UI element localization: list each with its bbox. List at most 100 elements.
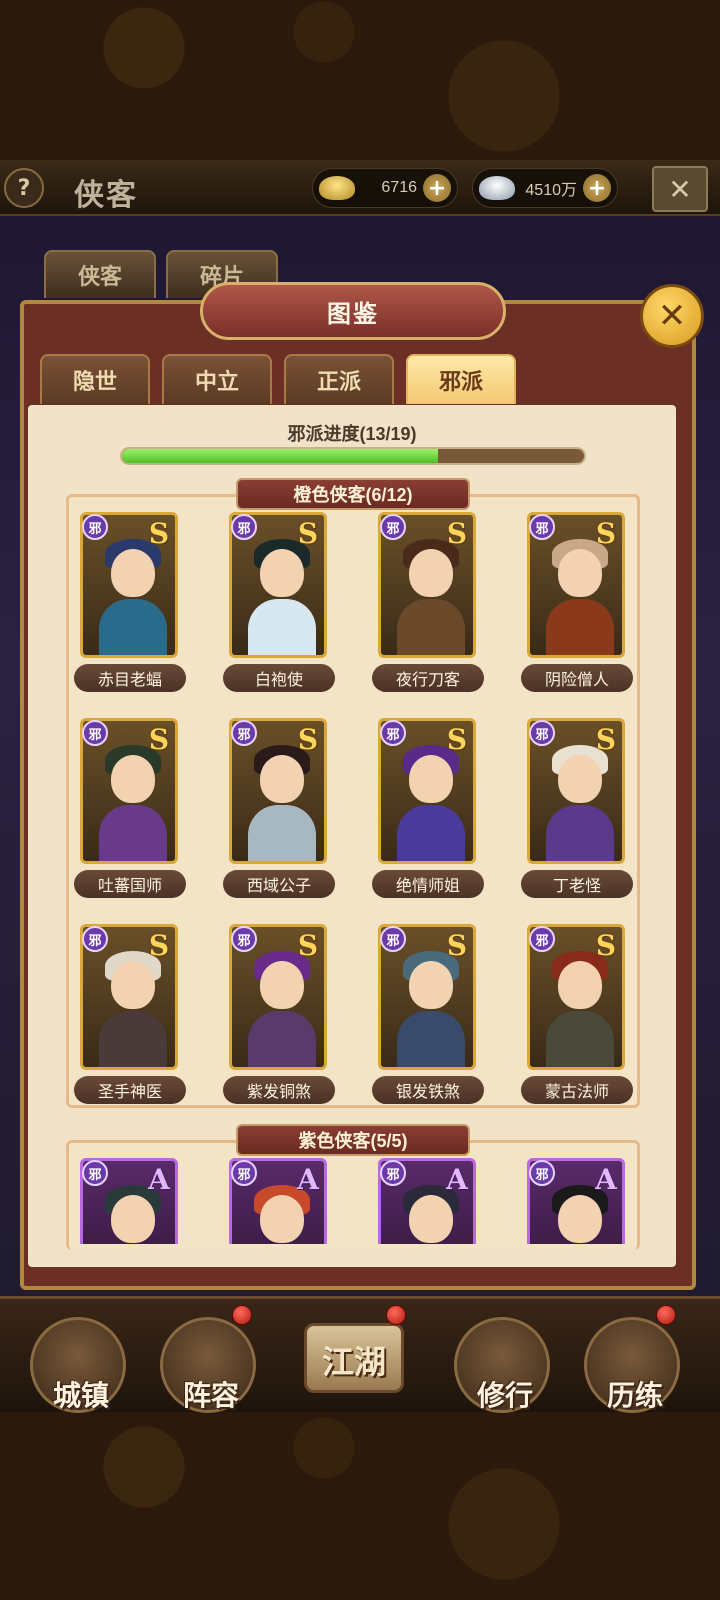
nav-trial-label: 历练: [606, 1379, 663, 1412]
progress-bar: [120, 447, 586, 465]
grade-badge: S: [585, 512, 627, 554]
hero-card[interactable]: 邪 S 丁老怪: [521, 718, 633, 898]
hero-card[interactable]: 邪A: [229, 1158, 329, 1244]
hero-face: [558, 961, 602, 1009]
hero-body: [397, 805, 465, 861]
nav-training[interactable]: 修行: [454, 1317, 550, 1413]
tab-neutral[interactable]: 中立: [162, 354, 272, 404]
hero-card[interactable]: 邪 S 夜行刀客: [372, 512, 484, 692]
grade-badge: A: [138, 1158, 180, 1200]
tab-heroes[interactable]: 侠客: [44, 250, 156, 298]
nav-town-label: 城镇: [52, 1379, 109, 1412]
tab-hidden[interactable]: 隐世: [40, 354, 150, 404]
hero-card[interactable]: 邪 S 蒙古法师: [521, 924, 633, 1104]
notification-dot: [386, 1305, 406, 1325]
screen-title: 侠客: [74, 178, 138, 213]
help-icon[interactable]: ?: [4, 168, 44, 208]
nav-jianghu-label: 江湖: [321, 1343, 386, 1381]
faction-badge: 邪: [231, 1160, 257, 1186]
hero-name: 蒙古法师: [521, 1076, 633, 1104]
nav-town[interactable]: 城镇: [30, 1317, 126, 1413]
hero-body: [99, 599, 167, 655]
hero-body: [99, 805, 167, 861]
ornate-background-bottom: [0, 1410, 720, 1600]
faction-badge: 邪: [380, 720, 406, 746]
hero-name: 夜行刀客: [372, 664, 484, 692]
tab-righteous[interactable]: 正派: [284, 354, 394, 404]
faction-badge: 邪: [380, 514, 406, 540]
grade-badge: S: [585, 924, 627, 966]
faction-badge: 邪: [380, 926, 406, 952]
faction-tabs: 隐世 中立 正派 邪派: [40, 354, 516, 404]
grade-badge: A: [287, 1158, 329, 1200]
hero-card[interactable]: 邪 S 西域公子: [223, 718, 335, 898]
hero-card[interactable]: 邪 S 吐蕃国师: [74, 718, 186, 898]
faction-badge: 邪: [380, 1160, 406, 1186]
gold-value: 6716: [381, 179, 417, 196]
hero-face: [111, 961, 155, 1009]
progress-label: 邪派进度(13/19): [287, 424, 417, 444]
hero-name: 紫发铜煞: [223, 1076, 335, 1104]
grade-badge: A: [585, 1158, 627, 1200]
hero-card[interactable]: 邪 S 白袍使: [223, 512, 335, 692]
progress-fill: [122, 449, 438, 463]
hero-name: 银发铁煞: [372, 1076, 484, 1104]
hero-face: [409, 549, 453, 597]
hero-body: [546, 1011, 614, 1067]
add-gold-button[interactable]: +: [423, 174, 451, 202]
grade-badge: S: [138, 924, 180, 966]
hero-card[interactable]: 邪A: [378, 1158, 478, 1244]
add-silver-button[interactable]: +: [583, 174, 611, 202]
hero-card[interactable]: 邪 S 银发铁煞: [372, 924, 484, 1104]
grade-badge: S: [436, 718, 478, 760]
hero-face: [111, 755, 155, 803]
hero-body: [546, 805, 614, 861]
hero-face: [558, 755, 602, 803]
hero-face: [409, 961, 453, 1009]
hero-face: [558, 549, 602, 597]
faction-badge: 邪: [529, 926, 555, 952]
gold-currency: 6716 +: [312, 168, 458, 208]
nav-training-label: 修行: [476, 1379, 533, 1412]
faction-badge: 邪: [82, 926, 108, 952]
hero-name: 吐蕃国师: [74, 870, 186, 898]
grade-badge: S: [287, 924, 329, 966]
close-panel-button[interactable]: ✕: [640, 284, 704, 348]
hero-body: [397, 1011, 465, 1067]
panel-title: 图鉴: [200, 282, 506, 340]
faction-badge: 邪: [231, 514, 257, 540]
hero-body: [248, 805, 316, 861]
gold-ingot-icon: [319, 176, 355, 200]
ornate-background-top: [0, 0, 720, 160]
close-screen-button[interactable]: ✕: [652, 166, 708, 212]
silver-currency: 4510万 +: [472, 168, 618, 208]
hero-name: 丁老怪: [521, 870, 633, 898]
hero-card[interactable]: 邪 S 赤目老蝠: [74, 512, 186, 692]
faction-badge: 邪: [529, 1160, 555, 1186]
top-bar: ? 侠客 6716 + 4510万 + ✕: [0, 160, 720, 216]
hero-face: [260, 961, 304, 1009]
tab-evil[interactable]: 邪派: [406, 354, 516, 404]
grade-badge: S: [436, 924, 478, 966]
nav-lineup-label: 阵容: [182, 1379, 239, 1412]
hero-name: 西域公子: [223, 870, 335, 898]
hero-body: [248, 1011, 316, 1067]
orange-section-title: 橙色侠客(6/12): [236, 478, 470, 510]
grade-badge: S: [138, 718, 180, 760]
faction-badge: 邪: [82, 1160, 108, 1186]
hero-card[interactable]: 邪A: [80, 1158, 180, 1244]
hero-card[interactable]: 邪 S 紫发铜煞: [223, 924, 335, 1104]
hero-name: 绝情师姐: [372, 870, 484, 898]
hero-card[interactable]: 邪 S 圣手神医: [74, 924, 186, 1104]
hero-name: 赤目老蝠: [74, 664, 186, 692]
notification-dot: [232, 1305, 252, 1325]
hero-body: [248, 599, 316, 655]
hero-body: [99, 1011, 167, 1067]
nav-lineup[interactable]: 阵容: [160, 1317, 256, 1413]
hero-face: [558, 1195, 602, 1243]
nav-trial[interactable]: 历练: [584, 1317, 680, 1413]
hero-card[interactable]: 邪 S 绝情师姐: [372, 718, 484, 898]
silver-value: 4510万: [525, 182, 577, 199]
hero-card[interactable]: 邪A: [527, 1158, 627, 1244]
hero-card[interactable]: 邪 S 阴险僧人: [521, 512, 633, 692]
